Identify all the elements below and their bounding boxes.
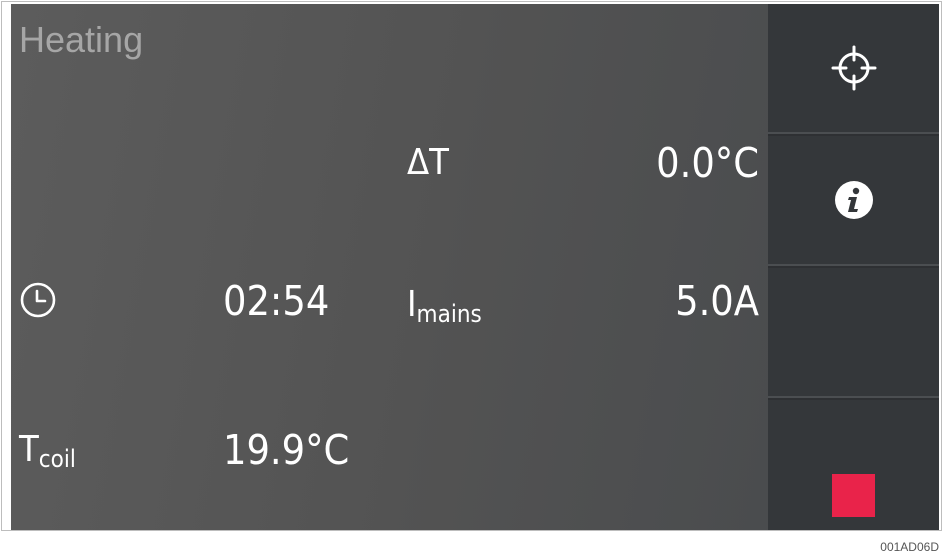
figure-code: 001AD06D: [880, 540, 939, 554]
coil-temp-label: Tcoil: [19, 429, 76, 473]
timer-value: 02:54: [223, 277, 330, 325]
info-icon: [834, 181, 873, 219]
empty-button[interactable]: [768, 268, 939, 398]
side-button-bar: [768, 4, 939, 530]
mains-current-label: Imains: [407, 284, 482, 328]
target-button[interactable]: [768, 4, 939, 134]
stop-icon: [832, 473, 875, 517]
delta-t-label: ΔT: [407, 142, 449, 183]
mains-current-subscript: mains: [416, 300, 482, 328]
coil-temp-symbol: T: [19, 429, 39, 470]
coil-temp-subscript: coil: [38, 445, 76, 473]
main-screen: Heating ΔT 0.0°C 02:54 Imains 5.0A Tcoil…: [11, 4, 768, 530]
page-title: Heating: [19, 19, 144, 60]
coil-temp-value: 19.9°C: [223, 426, 350, 474]
display-frame: Heating ΔT 0.0°C 02:54 Imains 5.0A Tcoil…: [1, 1, 942, 531]
info-button[interactable]: [768, 136, 939, 266]
clock-icon: [20, 282, 56, 318]
mains-current-symbol: I: [407, 284, 417, 325]
mains-current-value: 5.0A: [675, 277, 759, 325]
delta-t-value: 0.0°C: [656, 139, 759, 187]
stop-button[interactable]: [768, 400, 939, 530]
crosshair-icon: [831, 45, 876, 91]
